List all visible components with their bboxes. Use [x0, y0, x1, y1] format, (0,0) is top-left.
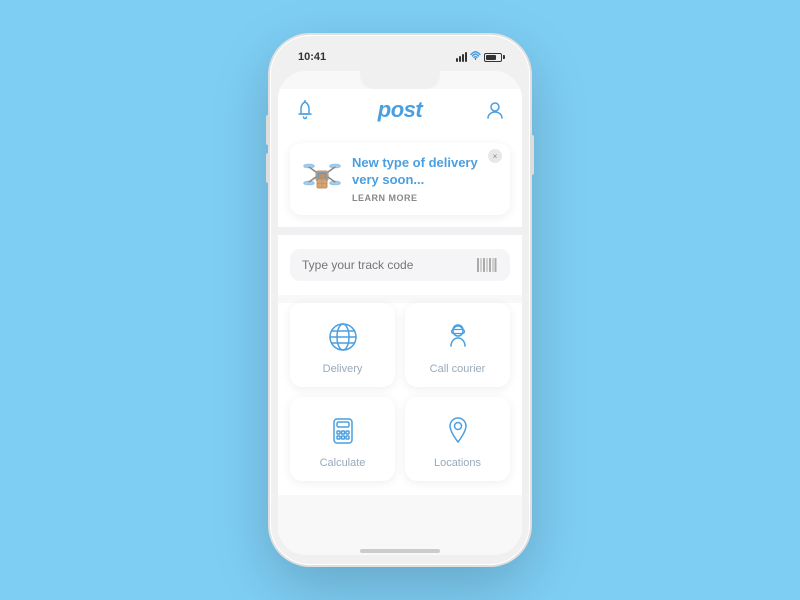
banner-section: × [278, 133, 522, 227]
profile-button[interactable] [484, 99, 506, 121]
status-icons [456, 51, 502, 63]
calculator-icon [325, 413, 361, 449]
status-time: 10:41 [298, 51, 326, 63]
location-icon [440, 413, 476, 449]
banner-card: × [290, 143, 510, 215]
banner-learn-more[interactable]: LEARN MORE [352, 193, 498, 203]
bell-button[interactable] [294, 99, 316, 121]
app-header: post [278, 89, 522, 133]
service-grid: Delivery [290, 303, 510, 481]
grid-section: Delivery [278, 303, 522, 495]
home-bar [360, 549, 440, 553]
calculate-label: Calculate [320, 457, 366, 469]
track-code-input[interactable] [302, 258, 476, 272]
globe-icon [325, 319, 361, 355]
banner-text: New type of delivery very soon... LEARN … [352, 155, 498, 203]
screen-content: post × [278, 89, 522, 543]
divider [278, 227, 522, 235]
banner-emoji [302, 155, 342, 201]
banner-close-button[interactable]: × [488, 149, 502, 163]
status-bar: 10:41 [278, 47, 522, 67]
delivery-button[interactable]: Delivery [290, 303, 395, 387]
track-input-wrapper [290, 249, 510, 281]
call-courier-label: Call courier [430, 363, 486, 375]
phone-outer: 10:41 [270, 35, 530, 565]
call-courier-button[interactable]: Call courier [405, 303, 510, 387]
locations-label: Locations [434, 457, 481, 469]
courier-icon [440, 319, 476, 355]
phone-wrapper: 10:41 [270, 35, 530, 565]
track-section [278, 235, 522, 295]
delivery-label: Delivery [323, 363, 363, 375]
wifi-icon [470, 51, 481, 63]
notch [360, 71, 440, 89]
barcode-icon [476, 257, 498, 273]
banner-title: New type of delivery very soon... [352, 155, 498, 189]
calculate-button[interactable]: Calculate [290, 397, 395, 481]
battery-icon [484, 53, 502, 62]
locations-button[interactable]: Locations [405, 397, 510, 481]
app-title: post [378, 97, 422, 123]
screen: post × [278, 71, 522, 555]
signal-icon [456, 52, 467, 62]
